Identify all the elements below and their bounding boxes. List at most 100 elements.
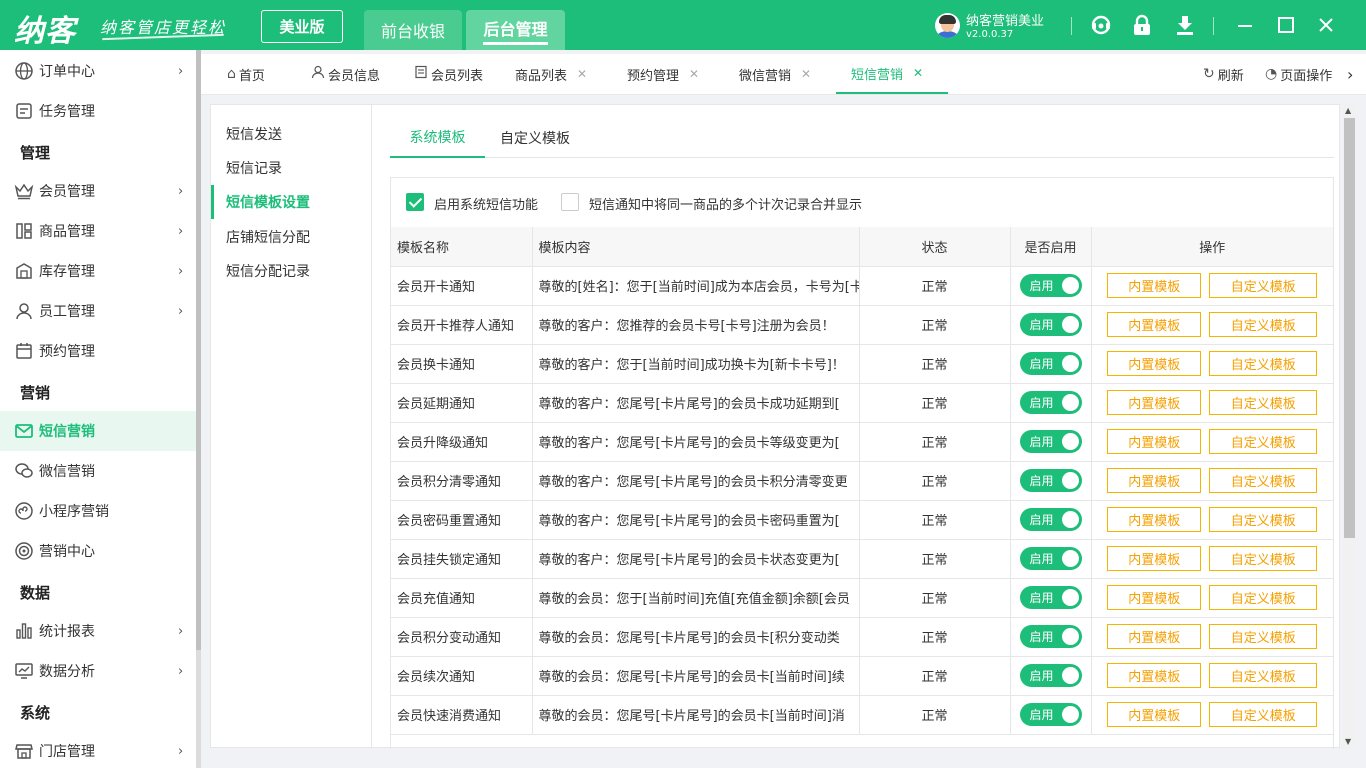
custom-template-button[interactable]: 自定义模板 bbox=[1209, 624, 1318, 649]
enable-toggle[interactable]: 启用 bbox=[1019, 430, 1082, 453]
tab-wechat-marketing[interactable]: 微信营销 ✕ bbox=[739, 54, 811, 94]
chevron-right-icon: › bbox=[178, 743, 184, 759]
close-icon[interactable]: ✕ bbox=[801, 67, 811, 81]
custom-template-button[interactable]: 自定义模板 bbox=[1209, 702, 1318, 727]
merge-records-checkbox[interactable] bbox=[561, 193, 579, 211]
template-content-cell: 尊敬的会员：您尾号[卡片尾号]的会员卡[当前时间]续 bbox=[532, 656, 860, 696]
sidebar-item-inventory[interactable]: 库存管理 › bbox=[0, 251, 196, 291]
builtin-template-button[interactable]: 内置模板 bbox=[1107, 429, 1202, 454]
sidebar-item-stores[interactable]: 门店管理 › bbox=[0, 731, 196, 768]
custom-template-button[interactable]: 自定义模板 bbox=[1209, 663, 1318, 688]
minimize-icon[interactable] bbox=[1233, 13, 1257, 37]
download-icon[interactable] bbox=[1173, 13, 1197, 37]
sidebar-item-reports[interactable]: 统计报表 › bbox=[0, 611, 196, 651]
edition-badge[interactable]: 美业版 bbox=[261, 10, 343, 43]
enable-cell: 启用 bbox=[1010, 383, 1092, 423]
builtin-template-button[interactable]: 内置模板 bbox=[1107, 585, 1202, 610]
sidebar-item-analysis[interactable]: 数据分析 › bbox=[0, 651, 196, 691]
tabs-scroll-right[interactable]: › bbox=[1347, 54, 1353, 94]
builtin-template-button[interactable]: 内置模板 bbox=[1107, 390, 1202, 415]
builtin-template-button[interactable]: 内置模板 bbox=[1107, 507, 1202, 532]
tab-sms-marketing[interactable]: 短信营销 ✕ bbox=[836, 54, 948, 94]
subnav-sms-templates[interactable]: 短信模板设置 bbox=[211, 185, 371, 219]
enable-toggle[interactable]: 启用 bbox=[1019, 274, 1082, 297]
subnav-sms-send[interactable]: 短信发送 bbox=[211, 117, 371, 151]
sidebar-item-members[interactable]: 会员管理 › bbox=[0, 171, 196, 211]
enable-toggle[interactable]: 启用 bbox=[1019, 625, 1082, 648]
custom-template-button[interactable]: 自定义模板 bbox=[1209, 507, 1318, 532]
builtin-template-button[interactable]: 内置模板 bbox=[1107, 351, 1202, 376]
enable-toggle[interactable]: 启用 bbox=[1019, 664, 1082, 687]
enable-toggle[interactable]: 启用 bbox=[1019, 352, 1082, 375]
sidebar-item-marketing-center[interactable]: 营销中心 bbox=[0, 531, 196, 571]
subnav-sms-records[interactable]: 短信记录 bbox=[211, 151, 371, 185]
builtin-template-button[interactable]: 内置模板 bbox=[1107, 702, 1202, 727]
close-icon[interactable]: ✕ bbox=[577, 67, 587, 81]
enable-toggle[interactable]: 启用 bbox=[1019, 586, 1082, 609]
enable-sms-checkbox[interactable] bbox=[406, 193, 424, 211]
tab-custom-templates[interactable]: 自定义模板 bbox=[490, 118, 580, 158]
tab-front-cashier[interactable]: 前台收银 bbox=[364, 10, 462, 50]
template-status: 正常 bbox=[859, 539, 1011, 579]
enable-toggle[interactable]: 启用 bbox=[1019, 547, 1082, 570]
sidebar-item-appointments[interactable]: 预约管理 bbox=[0, 331, 196, 371]
refresh-button[interactable]: ↻ 刷新 bbox=[1203, 54, 1244, 94]
tab-appointments[interactable]: 预约管理 ✕ bbox=[627, 54, 699, 94]
sidebar-item-staff[interactable]: 员工管理 › bbox=[0, 291, 196, 331]
sidebar-item-tasks[interactable]: 任务管理 bbox=[0, 91, 196, 131]
sidebar-item-orders[interactable]: 订单中心 › bbox=[0, 51, 196, 91]
enable-toggle[interactable]: 启用 bbox=[1019, 508, 1082, 531]
builtin-template-button[interactable]: 内置模板 bbox=[1107, 663, 1202, 688]
user-name[interactable]: 纳客营销美业 bbox=[966, 10, 1044, 29]
subnav-store-sms-allocation[interactable]: 店铺短信分配 bbox=[211, 220, 371, 254]
sidebar-item-label: 统计报表 bbox=[39, 624, 95, 640]
tab-member-list[interactable]: 会员列表 bbox=[414, 54, 483, 94]
custom-template-button[interactable]: 自定义模板 bbox=[1209, 312, 1318, 337]
builtin-template-button[interactable]: 内置模板 bbox=[1107, 468, 1202, 493]
enable-toggle[interactable]: 启用 bbox=[1019, 391, 1082, 414]
sidebar-item-wechat-marketing[interactable]: 微信营销 bbox=[0, 451, 196, 491]
enable-sms-label[interactable]: 启用系统短信功能 bbox=[434, 194, 538, 213]
tab-system-templates[interactable]: 系统模板 bbox=[390, 118, 485, 158]
close-icon[interactable]: ✕ bbox=[913, 66, 923, 80]
tab-member-info[interactable]: 会员信息 bbox=[311, 54, 380, 94]
table-row: 会员挂失锁定通知 尊敬的客户：您尾号[卡片尾号]的会员卡状态变更为[正常 启用 内置模… bbox=[391, 539, 1333, 579]
custom-template-button[interactable]: 自定义模板 bbox=[1209, 351, 1318, 376]
enable-cell: 启用 bbox=[1010, 656, 1092, 696]
sidebar-item-miniprogram[interactable]: 小程序营销 bbox=[0, 491, 196, 531]
close-icon[interactable] bbox=[1314, 13, 1338, 37]
scroll-down-icon[interactable]: ▼ bbox=[1345, 737, 1351, 746]
merge-records-label[interactable]: 短信通知中将同一商品的多个计次记录合并显示 bbox=[589, 194, 862, 213]
scrollbar-thumb[interactable] bbox=[1344, 118, 1355, 538]
enable-toggle[interactable]: 启用 bbox=[1019, 703, 1082, 726]
lock-icon[interactable] bbox=[1130, 13, 1154, 37]
sidebar-item-sms-marketing[interactable]: 短信营销 bbox=[0, 411, 196, 451]
builtin-template-button[interactable]: 内置模板 bbox=[1107, 624, 1202, 649]
custom-template-button[interactable]: 自定义模板 bbox=[1209, 390, 1318, 415]
scroll-up-icon[interactable]: ▲ bbox=[1345, 106, 1351, 115]
tab-back-office[interactable]: 后台管理 bbox=[466, 10, 565, 50]
enable-cell: 启用 bbox=[1010, 578, 1092, 618]
content-scrollbar[interactable]: ▲ ▼ bbox=[1343, 104, 1356, 748]
avatar[interactable] bbox=[935, 13, 960, 38]
custom-template-button[interactable]: 自定义模板 bbox=[1209, 273, 1318, 298]
enable-toggle[interactable]: 启用 bbox=[1019, 469, 1082, 492]
custom-template-button[interactable]: 自定义模板 bbox=[1209, 546, 1318, 571]
enable-toggle[interactable]: 启用 bbox=[1019, 313, 1082, 336]
actions-cell: 内置模板 自定义模板 bbox=[1091, 305, 1333, 345]
tab-goods-list[interactable]: 商品列表 ✕ bbox=[515, 54, 587, 94]
support-icon[interactable] bbox=[1089, 13, 1113, 37]
custom-template-button[interactable]: 自定义模板 bbox=[1209, 585, 1318, 610]
close-icon[interactable]: ✕ bbox=[689, 67, 699, 81]
builtin-template-button[interactable]: 内置模板 bbox=[1107, 273, 1202, 298]
sidebar-item-goods[interactable]: 商品管理 › bbox=[0, 211, 196, 251]
page-ops-button[interactable]: ◔ 页面操作 bbox=[1265, 54, 1332, 94]
builtin-template-button[interactable]: 内置模板 bbox=[1107, 546, 1202, 571]
custom-template-button[interactable]: 自定义模板 bbox=[1209, 468, 1318, 493]
custom-template-button[interactable]: 自定义模板 bbox=[1209, 429, 1318, 454]
tab-home[interactable]: ⌂ 首页 bbox=[227, 54, 265, 94]
sidebar-scrollbar[interactable] bbox=[196, 50, 201, 768]
subnav-allocation-records[interactable]: 短信分配记录 bbox=[211, 254, 371, 288]
maximize-icon[interactable] bbox=[1274, 13, 1298, 37]
builtin-template-button[interactable]: 内置模板 bbox=[1107, 312, 1202, 337]
